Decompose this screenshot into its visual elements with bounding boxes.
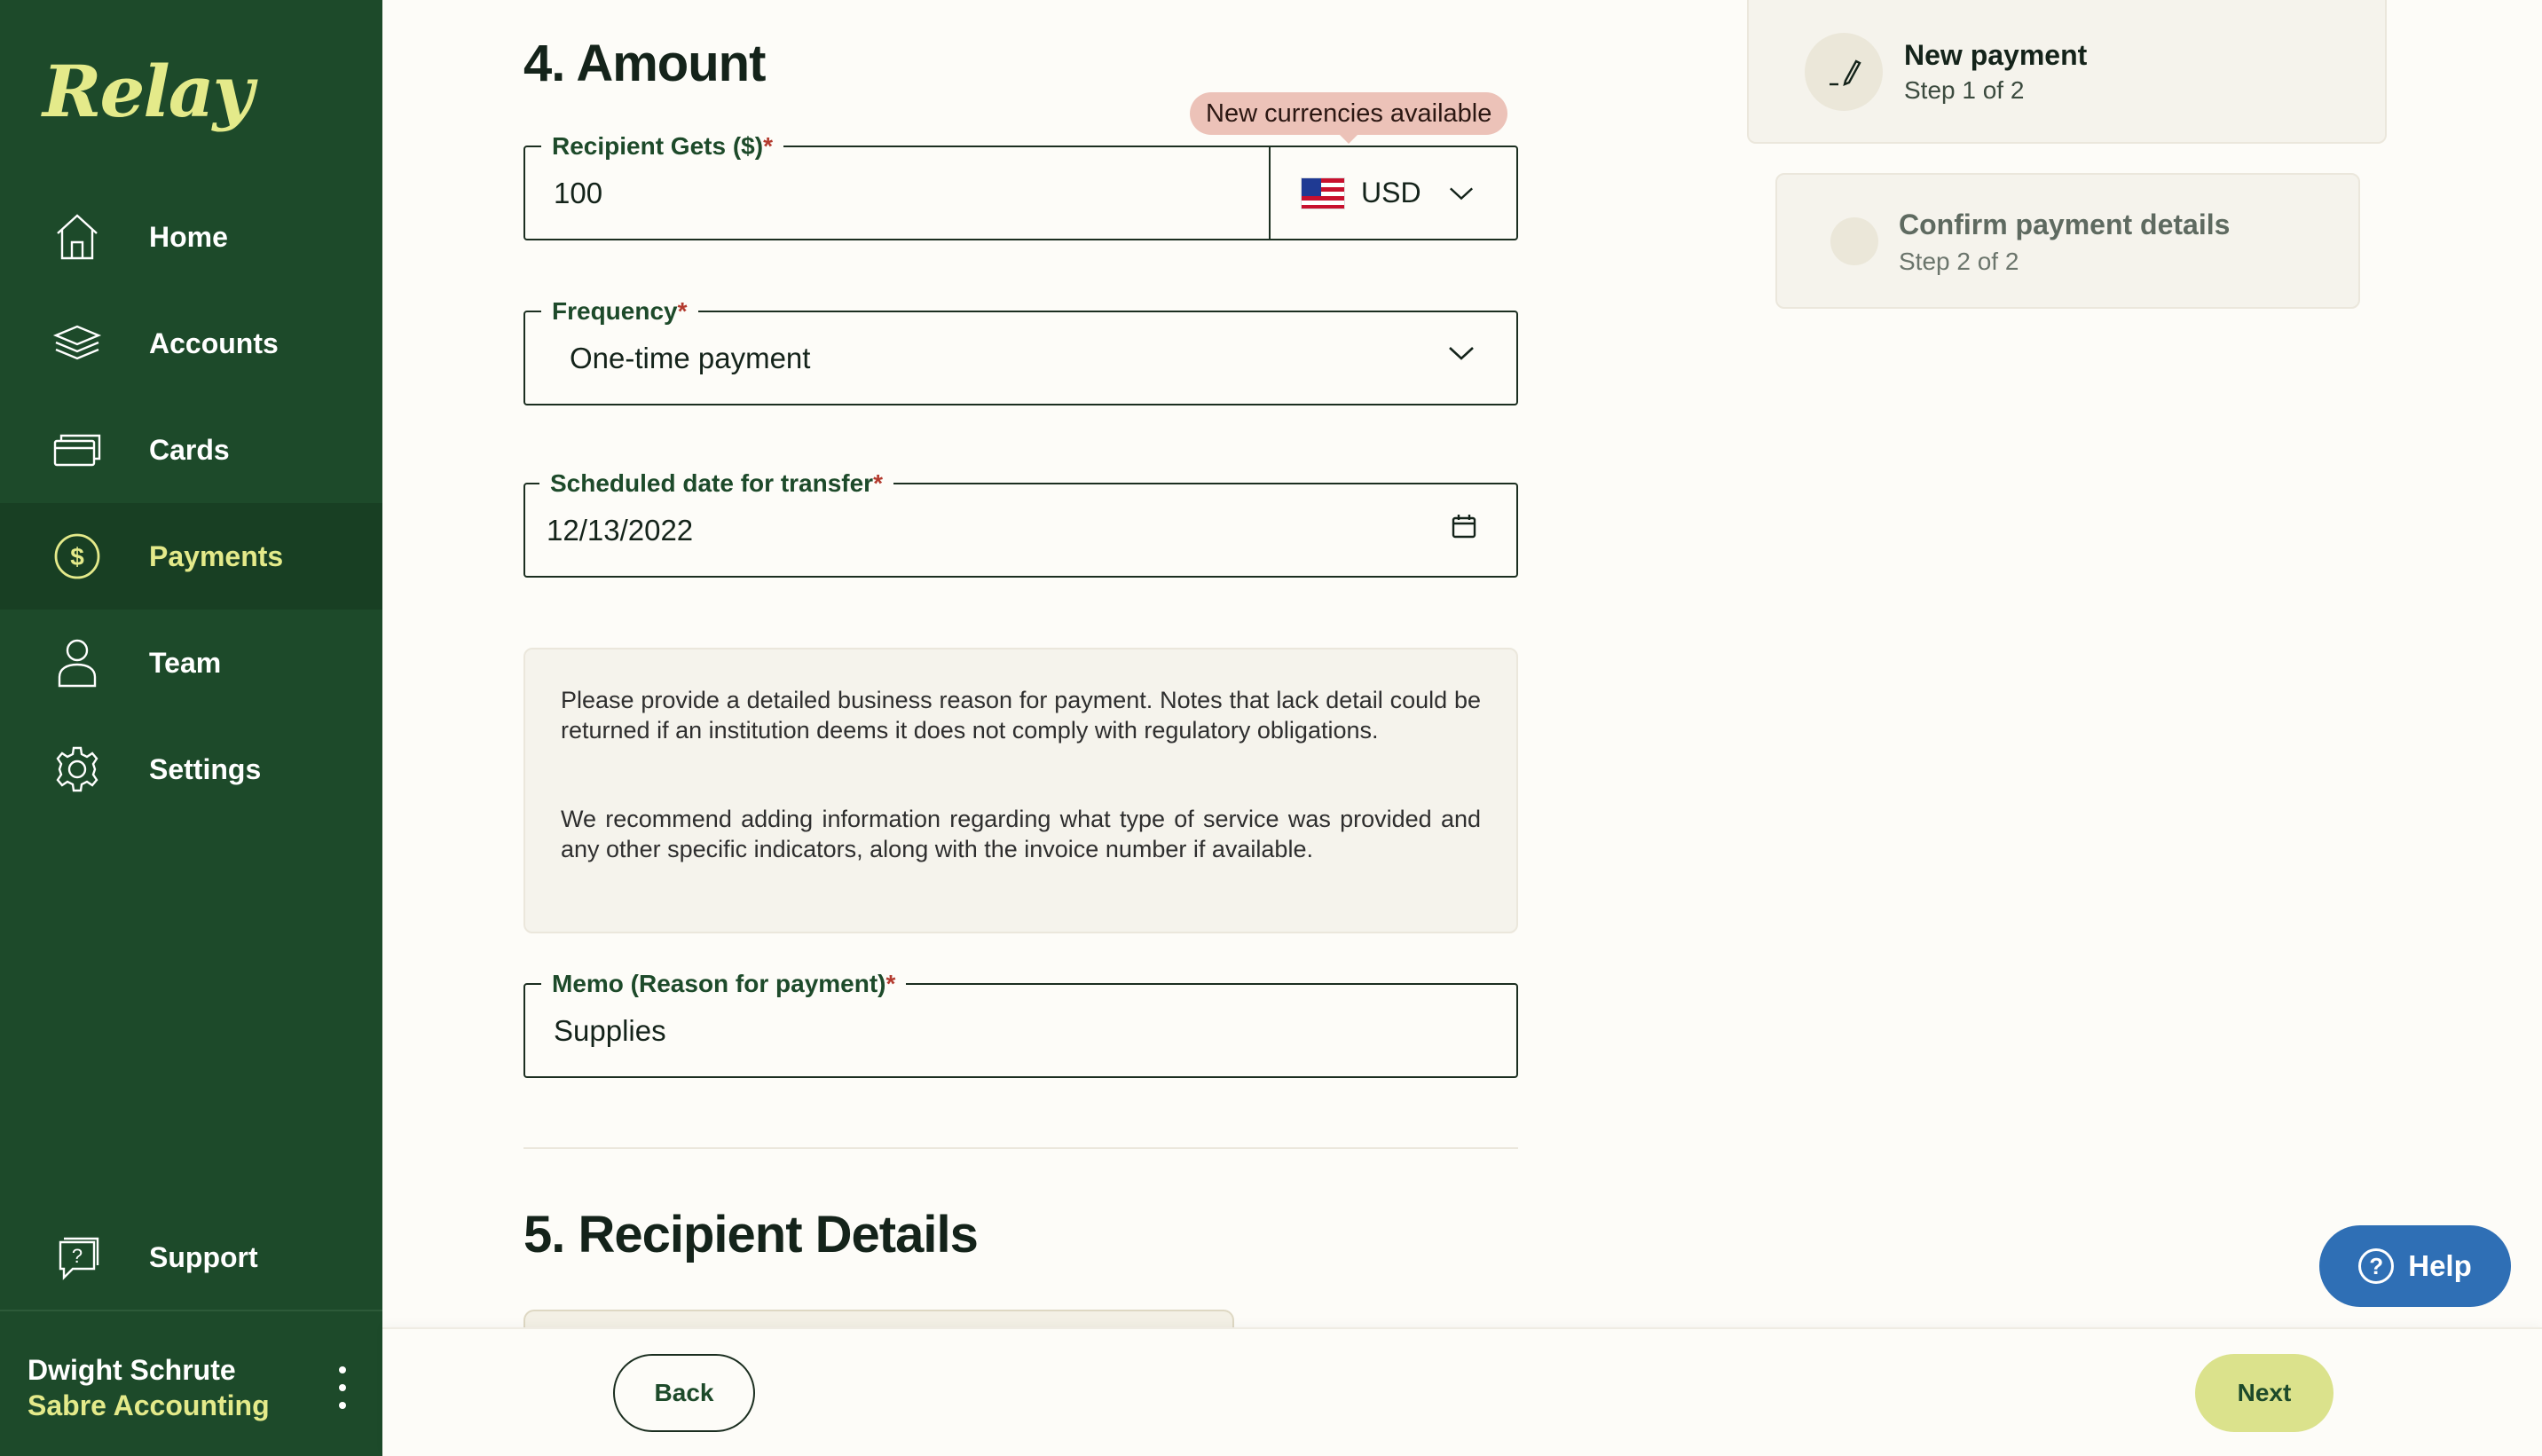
scheduled-date-field: Scheduled date for transfer* (523, 470, 1518, 578)
currency-code: USD (1361, 177, 1421, 209)
recipient-section-title: 5. Recipient Details (523, 1206, 979, 1263)
sidebar-item-settings[interactable]: Settings (0, 716, 382, 822)
cards-icon (51, 424, 103, 476)
sidebar-item-team[interactable]: Team (0, 610, 382, 716)
sidebar-item-label: Support (149, 1240, 258, 1273)
step-icon-circle (1805, 33, 1883, 111)
sidebar-item-label: Settings (149, 752, 262, 785)
sidebar-item-label: Accounts (149, 327, 279, 359)
person-icon (51, 637, 103, 689)
back-button[interactable]: Back (613, 1354, 755, 1432)
sidebar-item-home[interactable]: Home (0, 184, 382, 290)
dollar-circle-icon: $ (51, 531, 103, 582)
sidebar-item-payments[interactable]: $ Payments (0, 503, 382, 610)
currency-select[interactable]: USD (1271, 147, 1516, 239)
help-label: Help (2408, 1249, 2472, 1282)
amount-section-title: 4. Amount (523, 35, 766, 92)
chevron-down-icon (1447, 344, 1476, 366)
memo-field: Memo (Reason for payment)* (523, 971, 1518, 1078)
help-chat-icon: ? (51, 1232, 103, 1283)
recipient-gets-input[interactable] (554, 147, 1255, 239)
pencil-icon (1830, 59, 1861, 86)
home-icon (51, 211, 103, 263)
calendar-icon[interactable] (1451, 513, 1477, 544)
user-name: Dwight Schrute (28, 1354, 236, 1386)
layers-icon (51, 318, 103, 369)
form-footer: Back Next (382, 1327, 2542, 1456)
scheduled-date-input[interactable] (547, 484, 1345, 576)
recipient-gets-field: Recipient Gets ($)* USD (523, 133, 1518, 240)
step-title: New payment (1904, 39, 2088, 71)
notice-paragraph-1: Please provide a detailed business reaso… (561, 687, 1481, 744)
sidebar-item-support[interactable]: ? Support (0, 1204, 382, 1310)
relay-logo[interactable]: Relay (43, 50, 254, 133)
sidebar-item-label: Home (149, 220, 228, 253)
frequency-select[interactable]: Frequency* One-time payment (523, 298, 1518, 405)
next-button[interactable]: Next (2195, 1354, 2333, 1432)
notice-paragraph-2: We recommend adding information regardin… (561, 806, 1481, 862)
new-currencies-badge: New currencies available (1190, 92, 1508, 144)
sidebar-item-label: Team (149, 646, 222, 679)
sidebar-item-label: Cards (149, 433, 230, 466)
step-subtitle: Step 2 of 2 (1899, 248, 2019, 275)
payment-reason-notice: Please provide a detailed business reaso… (523, 648, 1518, 933)
sidebar-item-label: Payments (149, 539, 284, 572)
frequency-value: One-time payment (570, 342, 811, 374)
gear-icon (51, 744, 103, 795)
svg-text:?: ? (72, 1245, 83, 1267)
step-title: Confirm payment details (1899, 209, 2231, 240)
section-divider (523, 1147, 1518, 1149)
help-button[interactable]: ? Help (2319, 1225, 2511, 1307)
sidebar-item-accounts[interactable]: Accounts (0, 290, 382, 397)
sidebar-item-cards[interactable]: Cards (0, 397, 382, 503)
step-new-payment: New payment Step 1 of 2 (1747, 0, 2387, 144)
user-menu-kebab-icon[interactable] (332, 1366, 353, 1409)
question-circle-icon: ? (2358, 1248, 2395, 1284)
step-confirm-payment: Confirm payment details Step 2 of 2 (1775, 173, 2360, 309)
memo-input[interactable] (554, 985, 1352, 1076)
sidebar-nav: Home Accounts Cards $ Payments Team Sett… (0, 184, 382, 822)
us-flag-icon (1301, 177, 1345, 209)
support-section: ? Support (0, 1204, 382, 1310)
user-company: Sabre Accounting (28, 1389, 270, 1421)
step-indicator-circle (1830, 217, 1878, 265)
svg-text:$: $ (70, 543, 84, 571)
user-profile: Dwight Schrute Sabre Accounting (0, 1310, 382, 1456)
step-subtitle: Step 1 of 2 (1904, 76, 2025, 104)
sidebar: Relay Home Accounts Cards $ Payments Tea… (0, 0, 382, 1456)
chevron-down-icon (1448, 180, 1475, 207)
